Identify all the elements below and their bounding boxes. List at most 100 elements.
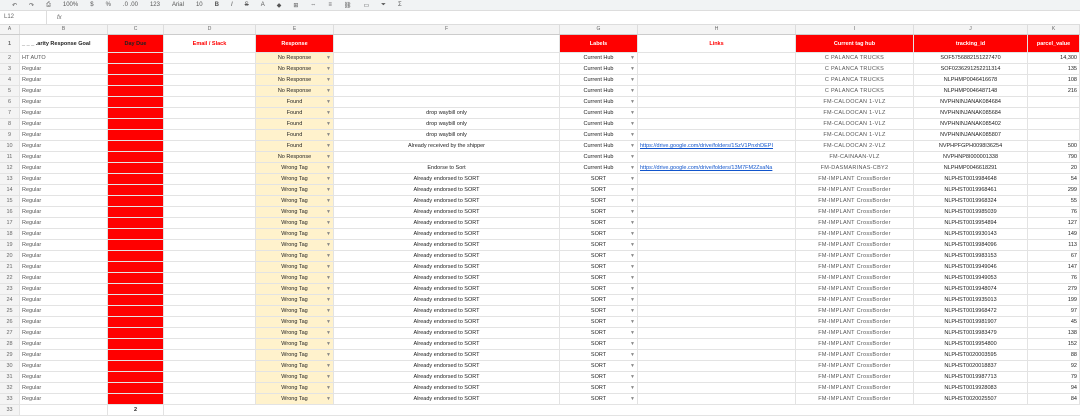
cell-response[interactable]: Found ▼: [256, 130, 334, 140]
cell-email[interactable]: [164, 75, 256, 85]
cell-link[interactable]: [638, 251, 796, 261]
cell-day-due[interactable]: [108, 218, 164, 228]
font-select[interactable]: Arial: [172, 2, 184, 8]
cell-goal[interactable]: Regular: [20, 64, 108, 74]
cell-day-due[interactable]: [108, 306, 164, 316]
header-cell-goal[interactable]: _ _ _ .arity Response Goal: [20, 35, 108, 52]
cell-goal[interactable]: Regular: [20, 108, 108, 118]
cell-response[interactable]: Found ▼: [256, 119, 334, 129]
cell-note[interactable]: [334, 75, 560, 85]
cell-response[interactable]: No Response ▼: [256, 86, 334, 96]
dropdown-arrow-icon[interactable]: ▼: [630, 75, 635, 85]
cell-goal[interactable]: Regular: [20, 196, 108, 206]
cell-hub[interactable]: FM-IMPLANT CrossBorder: [796, 218, 914, 228]
row-number[interactable]: 10: [0, 141, 20, 151]
header-cell-response[interactable]: Response: [256, 35, 334, 52]
cell-hub[interactable]: FM-IMPLANT CrossBorder: [796, 295, 914, 305]
cell-email[interactable]: [164, 196, 256, 206]
cell-tracking[interactable]: NLPHST0019949046: [914, 262, 1028, 272]
cell-link[interactable]: [638, 185, 796, 195]
cell-label[interactable]: Current Hub ▼: [560, 64, 638, 74]
cell-parcel-value[interactable]: 54: [1028, 174, 1080, 184]
cell-day-due[interactable]: [108, 394, 164, 404]
row-number[interactable]: 7: [0, 108, 20, 118]
cell-day-due[interactable]: [108, 372, 164, 382]
cell-label[interactable]: SORT ▼: [560, 185, 638, 195]
cell-link[interactable]: https://drive.google.com/drive/folders/1…: [638, 163, 796, 173]
cell-email[interactable]: [164, 64, 256, 74]
cell-note[interactable]: Already received by the shipper: [334, 141, 560, 151]
cell-parcel-value[interactable]: 84: [1028, 394, 1080, 404]
dropdown-arrow-icon[interactable]: ▼: [630, 306, 635, 316]
column-letter[interactable]: A: [0, 25, 20, 34]
cell-hub[interactable]: FM-CALOOCAN 1-VLZ: [796, 108, 914, 118]
cell-hub[interactable]: FM-IMPLANT CrossBorder: [796, 229, 914, 239]
column-letter[interactable]: C: [108, 25, 164, 34]
cell-day-due[interactable]: [108, 97, 164, 107]
dropdown-arrow-icon[interactable]: ▼: [630, 372, 635, 382]
cell-label[interactable]: SORT ▼: [560, 174, 638, 184]
cell-day-due[interactable]: [108, 284, 164, 294]
cell-hub[interactable]: FM-IMPLANT CrossBorder: [796, 372, 914, 382]
cell-tracking[interactable]: NLPHST0019987713: [914, 372, 1028, 382]
cell-email[interactable]: [164, 185, 256, 195]
cell-response[interactable]: Wrong Tag ▼: [256, 306, 334, 316]
cell-email[interactable]: [164, 361, 256, 371]
cell-email[interactable]: [164, 163, 256, 173]
align-icon[interactable]: ≡: [328, 2, 332, 8]
fill-color-icon[interactable]: ◆: [277, 2, 282, 9]
dropdown-arrow-icon[interactable]: ▼: [630, 207, 635, 217]
cell-label[interactable]: SORT ▼: [560, 196, 638, 206]
cell-parcel-value[interactable]: [1028, 130, 1080, 140]
italic-button[interactable]: I: [231, 2, 233, 8]
cell-parcel-value[interactable]: 67: [1028, 251, 1080, 261]
cell-day-due[interactable]: [108, 350, 164, 360]
cell-hub[interactable]: FM-IMPLANT CrossBorder: [796, 317, 914, 327]
cell-link[interactable]: [638, 350, 796, 360]
row-number[interactable]: 33: [0, 405, 20, 415]
cell-parcel-value[interactable]: 108: [1028, 75, 1080, 85]
cell-note[interactable]: Already endorsed to SORT: [334, 218, 560, 228]
cell-parcel-value[interactable]: 147: [1028, 262, 1080, 272]
cell-goal[interactable]: Regular: [20, 350, 108, 360]
cell-label[interactable]: SORT ▼: [560, 207, 638, 217]
cell-hub[interactable]: FM-IMPLANT CrossBorder: [796, 240, 914, 250]
dropdown-arrow-icon[interactable]: ▼: [630, 64, 635, 74]
cell-day-due[interactable]: [108, 185, 164, 195]
row-number[interactable]: 25: [0, 306, 20, 316]
strike-button[interactable]: S: [245, 2, 249, 8]
dropdown-arrow-icon[interactable]: ▼: [630, 185, 635, 195]
cell-goal[interactable]: Regular: [20, 317, 108, 327]
cell-label[interactable]: SORT ▼: [560, 317, 638, 327]
cell-hub[interactable]: FM-IMPLANT CrossBorder: [796, 207, 914, 217]
cell-tracking[interactable]: NLPHST0019984648: [914, 174, 1028, 184]
cell-parcel-value[interactable]: 92: [1028, 361, 1080, 371]
cell-email[interactable]: [164, 273, 256, 283]
cell-goal[interactable]: Regular: [20, 284, 108, 294]
cell-note[interactable]: drop waybill only: [334, 108, 560, 118]
cell-note[interactable]: Already endorsed to SORT: [334, 339, 560, 349]
cell-tracking[interactable]: NVPHNINJANAK085684: [914, 108, 1028, 118]
cell-link[interactable]: [638, 174, 796, 184]
cell-link[interactable]: [638, 328, 796, 338]
cell-label[interactable]: SORT ▼: [560, 218, 638, 228]
dropdown-arrow-icon[interactable]: ▼: [326, 317, 331, 327]
cell-tracking[interactable]: NVPHNP8I000001338: [914, 152, 1028, 162]
cell-goal[interactable]: Regular: [20, 75, 108, 85]
cell-hub[interactable]: FM-IMPLANT CrossBorder: [796, 350, 914, 360]
cell-note[interactable]: Already endorsed to SORT: [334, 317, 560, 327]
cell-label[interactable]: SORT ▼: [560, 394, 638, 404]
cell-link[interactable]: [638, 284, 796, 294]
dropdown-arrow-icon[interactable]: ▼: [326, 86, 331, 96]
cell-goal[interactable]: Regular: [20, 361, 108, 371]
header-cell-tracking[interactable]: tracking_id: [914, 35, 1028, 52]
cell-parcel-value[interactable]: 199: [1028, 295, 1080, 305]
dropdown-arrow-icon[interactable]: ▼: [326, 196, 331, 206]
cell-response[interactable]: Wrong Tag ▼: [256, 372, 334, 382]
cell-tracking[interactable]: NLPHST0019949053: [914, 273, 1028, 283]
cell-note[interactable]: [334, 152, 560, 162]
cell-parcel-value[interactable]: 216: [1028, 86, 1080, 96]
cell-email[interactable]: [164, 350, 256, 360]
cell-parcel-value[interactable]: 97: [1028, 306, 1080, 316]
cell-day-due[interactable]: [108, 295, 164, 305]
